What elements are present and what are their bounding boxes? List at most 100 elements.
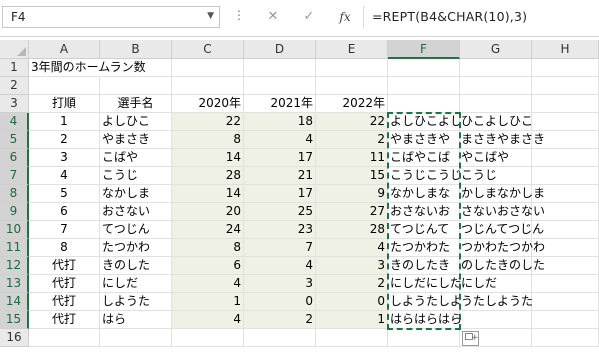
cell-h4[interactable]	[532, 113, 599, 131]
cell-h2[interactable]	[532, 77, 599, 95]
row-header-1[interactable]: 1	[0, 59, 29, 77]
cell-2020[interactable]: 8	[172, 131, 244, 149]
cell-2021[interactable]: 0	[244, 293, 316, 311]
cell-2021[interactable]: 17	[244, 185, 316, 203]
cell-rept-result[interactable]: よしひこよし	[388, 113, 462, 131]
cell-b1[interactable]	[100, 59, 172, 77]
row-header-16[interactable]: 16	[0, 329, 29, 347]
cell-c16[interactable]	[172, 329, 244, 347]
cell-g1[interactable]	[460, 59, 532, 77]
cell-2021[interactable]: 4	[244, 257, 316, 275]
row-header-12[interactable]: 12	[0, 257, 29, 275]
cell-2020[interactable]: 28	[172, 167, 244, 185]
cell-order[interactable]: 代打	[29, 311, 100, 329]
cell-h6[interactable]	[532, 149, 599, 167]
cell-h15[interactable]	[532, 311, 599, 329]
cell-2021[interactable]: 3	[244, 275, 316, 293]
cell-rept-result[interactable]: はらはらはら	[388, 311, 462, 329]
more-options-icon[interactable]: ⋮	[233, 8, 245, 22]
cell-2020[interactable]: 1	[172, 293, 244, 311]
row-header-8[interactable]: 8	[0, 185, 29, 203]
column-header-g[interactable]: G	[460, 40, 532, 59]
cell-a16[interactable]	[29, 329, 100, 347]
column-header-d[interactable]: D	[244, 40, 316, 59]
cell-h16[interactable]	[532, 329, 599, 347]
cell-2021[interactable]: 25	[244, 203, 316, 221]
cell-rept-result[interactable]: てつじんて	[388, 221, 460, 239]
cell-order[interactable]: 3	[29, 149, 100, 167]
cell-2022[interactable]: 15	[316, 167, 388, 185]
cell-2020[interactable]: 24	[172, 221, 244, 239]
cell-2021[interactable]: 23	[244, 221, 316, 239]
quick-analysis-icon[interactable]: +	[462, 331, 479, 346]
cell-2022[interactable]: 2	[316, 275, 388, 293]
row-header-15[interactable]: 15	[0, 311, 29, 329]
cell-g2[interactable]	[460, 77, 532, 95]
cell-2020[interactable]: 8	[172, 239, 244, 257]
column-header-f[interactable]: F	[388, 40, 460, 59]
cell-rept-result[interactable]: たつかわた	[388, 239, 460, 257]
header-2020[interactable]: 2020年	[172, 95, 244, 113]
sheet-title[interactable]: 3年間のホームラン数	[29, 59, 146, 77]
cell-rept-result[interactable]: しようたしよ	[388, 293, 462, 311]
cell-2022[interactable]: 9	[316, 185, 388, 203]
cell-order[interactable]: 代打	[29, 293, 100, 311]
cell-order[interactable]: 代打	[29, 275, 100, 293]
cell-e2[interactable]	[316, 77, 388, 95]
cell-order[interactable]: 6	[29, 203, 100, 221]
column-header-c[interactable]: C	[172, 40, 244, 59]
cell-b2[interactable]	[100, 77, 172, 95]
cell-h14[interactable]	[532, 293, 599, 311]
cell-2021[interactable]: 7	[244, 239, 316, 257]
cell-c1[interactable]	[172, 59, 244, 77]
cell-2021[interactable]: 4	[244, 131, 316, 149]
row-header-14[interactable]: 14	[0, 293, 29, 311]
cell-2020[interactable]: 14	[172, 185, 244, 203]
cell-2022[interactable]: 28	[316, 221, 388, 239]
cell-h7[interactable]	[532, 167, 599, 185]
cell-order[interactable]: 4	[29, 167, 100, 185]
cell-2020[interactable]: 20	[172, 203, 244, 221]
cell-2021[interactable]: 2	[244, 311, 316, 329]
select-all-button[interactable]	[0, 40, 29, 59]
cell-d2[interactable]	[244, 77, 316, 95]
cell-player[interactable]: にしだ	[100, 275, 172, 293]
cell-h3[interactable]	[532, 95, 599, 113]
column-header-e[interactable]: E	[316, 40, 388, 59]
cell-2022[interactable]: 11	[316, 149, 388, 167]
cell-player[interactable]: こうじ	[100, 167, 172, 185]
cell-f16[interactable]	[388, 329, 460, 347]
cancel-icon[interactable]: ✕	[258, 6, 288, 28]
cell-e16[interactable]	[316, 329, 388, 347]
cell-2020[interactable]: 22	[172, 113, 244, 131]
row-header-7[interactable]: 7	[0, 167, 29, 185]
insert-function-icon[interactable]: fx	[330, 6, 360, 28]
cell-2022[interactable]: 27	[316, 203, 388, 221]
cell-g15[interactable]	[460, 311, 532, 329]
row-header-10[interactable]: 10	[0, 221, 29, 239]
cell-2022[interactable]: 0	[316, 293, 388, 311]
cell-order[interactable]: 1	[29, 113, 100, 131]
cell-d1[interactable]	[244, 59, 316, 77]
cell-player[interactable]: やまさき	[100, 131, 172, 149]
cell-g3[interactable]	[460, 95, 532, 113]
chevron-down-icon[interactable]: ▼	[207, 11, 214, 21]
cell-player[interactable]: たつかわ	[100, 239, 172, 257]
column-header-h[interactable]: H	[532, 40, 599, 59]
cell-d16[interactable]	[244, 329, 316, 347]
cell-rept-result[interactable]: こうじこうじ	[388, 167, 462, 185]
cell-player[interactable]: はら	[100, 311, 172, 329]
cell-order[interactable]: 8	[29, 239, 100, 257]
cell-2020[interactable]: 4	[172, 275, 244, 293]
cell-2021[interactable]: 17	[244, 149, 316, 167]
cell-player[interactable]: よしひこ	[100, 113, 172, 131]
header-order[interactable]: 打順	[29, 95, 100, 113]
cell-2022[interactable]: 22	[316, 113, 388, 131]
cell-rept-result[interactable]: おさないお	[388, 203, 460, 221]
cell-rept-result[interactable]: やまさきや	[388, 131, 460, 149]
row-header-3[interactable]: 3	[0, 95, 29, 113]
cell-2021[interactable]: 21	[244, 167, 316, 185]
cell-rept-result[interactable]: なかしまな	[388, 185, 460, 203]
cell-h13[interactable]	[532, 275, 599, 293]
row-header-5[interactable]: 5	[0, 131, 29, 149]
